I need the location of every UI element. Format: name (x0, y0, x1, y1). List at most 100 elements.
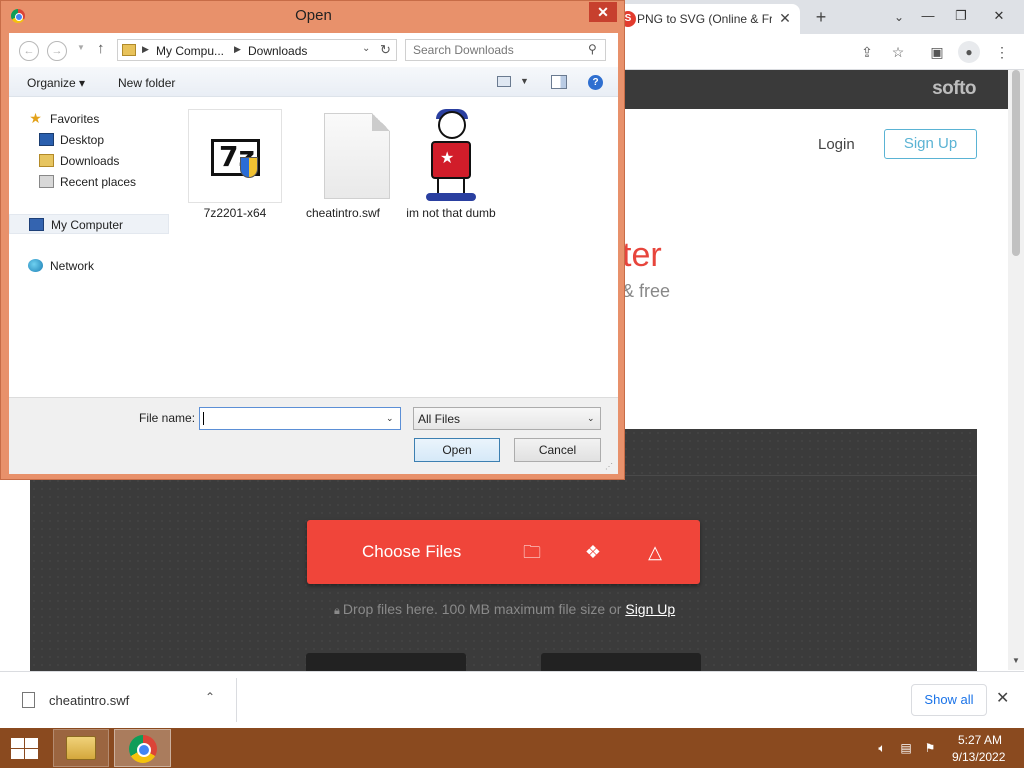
nav-item-downloads[interactable]: Downloads (9, 151, 169, 171)
lock-icon: 🔒︎ (334, 605, 343, 617)
nav-item-recent-places[interactable]: Recent places (9, 172, 169, 192)
change-view-icon[interactable] (497, 76, 511, 87)
dialog-body: ← → ▼ ↑ ▶ My Compu... ▶ Downloads ⌄ ↻ ⚲ … (9, 33, 618, 474)
nav-item-desktop[interactable]: Desktop (9, 130, 169, 150)
breadcrumb-chevron-icon[interactable]: ▶ (234, 44, 241, 55)
choose-files-label: Choose Files (362, 542, 462, 561)
refresh-icon[interactable]: ↻ (380, 42, 391, 58)
back-arrow-icon[interactable]: ← (19, 41, 39, 61)
help-icon[interactable]: ? (588, 75, 603, 90)
search-box[interactable]: ⚲ (405, 39, 606, 61)
download-file-name[interactable]: cheatintro.swf (49, 693, 129, 708)
network-globe-icon (28, 259, 43, 272)
search-icon[interactable]: ⚲ (588, 42, 597, 56)
file-item[interactable]: cheatintro.swf (295, 109, 391, 221)
taskbar-file-explorer[interactable] (53, 729, 109, 767)
file-name-label: File name: (139, 411, 196, 425)
page-heading: ter (622, 236, 662, 274)
file-item[interactable]: ★ im not that dumb (403, 109, 499, 221)
format-select-right[interactable] (541, 653, 701, 671)
drop-hint-text: Drop files here. 100 MB maximum file siz… (342, 601, 622, 617)
network-icon[interactable]: ▤ (898, 741, 914, 755)
chevron-down-icon[interactable]: ⌄ (362, 43, 370, 54)
google-drive-icon[interactable]: △ (642, 540, 668, 564)
taskbar: 🔈︎ ▤ ⚑ 5:27 AM 9/13/2022 (0, 728, 1024, 768)
resize-grip-icon[interactable]: ⋰ (605, 462, 613, 471)
up-arrow-icon[interactable]: ↑ (97, 40, 105, 57)
chevron-down-icon[interactable]: ⌄ (587, 413, 595, 424)
nav-item-network[interactable]: Network (9, 256, 169, 276)
nav-item-label: Downloads (60, 154, 120, 168)
chevron-down-icon[interactable]: ⌄ (386, 413, 394, 424)
image-thumbnail: ★ (404, 109, 498, 203)
downloads-folder-icon (122, 44, 136, 56)
close-window-button[interactable]: ✕ (984, 4, 1014, 28)
login-link[interactable]: Login (818, 136, 855, 153)
action-center-flag-icon[interactable]: ⚑ (922, 741, 938, 755)
search-input[interactable] (406, 40, 586, 60)
downloads-folder-icon (39, 154, 54, 167)
address-bar[interactable]: ▶ My Compu... ▶ Downloads ⌄ ↻ (117, 39, 397, 61)
dialog-close-button[interactable]: ✕ (589, 2, 617, 22)
file-name: 7z2201-x64 (203, 206, 267, 220)
new-folder-button[interactable]: New folder (118, 76, 175, 90)
volume-muted-icon[interactable]: 🔈︎ (874, 741, 890, 755)
scroll-down-icon[interactable]: ▼ (1008, 656, 1024, 670)
open-file-dialog: Open ✕ ← → ▼ ↑ ▶ My Compu... ▶ Downloads… (0, 0, 625, 480)
breadcrumb-downloads[interactable]: Downloads (248, 44, 307, 58)
download-bar: cheatintro.swf ⌃ Show all ✕ (0, 671, 1024, 728)
dialog-footer: File name: ⌄ All Files ⌄ Open Cancel ⋰ (9, 397, 618, 474)
dialog-title: Open (295, 7, 332, 24)
new-tab-button[interactable]: + (810, 6, 832, 28)
show-all-button[interactable]: Show all (911, 684, 987, 716)
nav-item-my-computer[interactable]: My Computer (9, 214, 169, 234)
navigation-row: ← → ▼ ↑ ▶ My Compu... ▶ Downloads ⌄ ↻ ⚲ (9, 33, 618, 67)
clock-date[interactable]: 9/13/2022 (952, 750, 1005, 764)
organize-menu[interactable]: Organize ▾ (27, 76, 85, 90)
tab-search-chevron-icon[interactable]: ⌄ (888, 6, 910, 28)
drop-signup-link[interactable]: Sign Up (625, 601, 675, 617)
open-button[interactable]: Open (414, 438, 500, 462)
view-dropdown-icon[interactable]: ▼ (520, 76, 529, 86)
scroll-thumb[interactable] (1012, 70, 1020, 256)
chevron-up-icon[interactable]: ⌃ (205, 690, 215, 704)
tab-close-icon[interactable]: ✕ (776, 9, 794, 27)
bookmark-star-icon[interactable]: ☆ (888, 42, 908, 62)
choose-files-button[interactable]: Choose Files 🗀 ❖ △ (307, 520, 700, 584)
start-windows-icon[interactable] (8, 736, 38, 760)
side-panel-icon[interactable]: ▣ (927, 42, 947, 62)
nav-item-label: Recent places (60, 175, 137, 189)
chrome-icon (129, 735, 157, 763)
taskbar-chrome[interactable] (114, 729, 171, 767)
forward-arrow-icon[interactable]: → (47, 41, 67, 61)
share-icon[interactable]: ⇪ (857, 42, 877, 62)
text-caret (203, 412, 204, 425)
installer-thumbnail: 7z (188, 109, 282, 203)
preview-pane-icon[interactable] (551, 75, 567, 89)
file-name-combobox[interactable]: ⌄ (199, 407, 401, 430)
minimize-button[interactable]: — (913, 4, 943, 28)
file-name-input[interactable] (200, 408, 382, 429)
breadcrumb-chevron-icon[interactable]: ▶ (142, 44, 149, 55)
folder-search-icon[interactable]: 🗀 (519, 540, 545, 564)
close-icon[interactable]: ✕ (996, 688, 1009, 708)
signup-button[interactable]: Sign Up (884, 129, 977, 159)
profile-avatar-icon[interactable]: ● (958, 41, 980, 63)
page-scrollbar[interactable]: ▲ ▼ (1008, 70, 1024, 670)
softo-logo[interactable]: softo (932, 78, 976, 100)
file-item[interactable]: 7z 7z2201-x64 (187, 109, 283, 221)
document-thumbnail (296, 109, 390, 203)
recent-places-icon (39, 175, 54, 188)
cancel-button[interactable]: Cancel (514, 438, 601, 462)
file-type-select[interactable]: All Files ⌄ (413, 407, 601, 430)
restore-button[interactable]: ❐ (946, 4, 976, 28)
file-explorer-icon (66, 736, 96, 760)
nav-item-favorites[interactable]: ★ Favorites (9, 109, 169, 129)
dropbox-icon[interactable]: ❖ (580, 540, 606, 564)
history-dropdown-icon[interactable]: ▼ (77, 43, 85, 52)
breadcrumb-my-computer[interactable]: My Compu... (156, 44, 224, 58)
clock-time[interactable]: 5:27 AM (958, 733, 1002, 747)
browser-tab-active[interactable]: S PNG to SVG (Online & Fr ✕ (610, 4, 800, 34)
menu-kebab-icon[interactable]: ⋮ (992, 42, 1012, 62)
format-select-left[interactable] (306, 653, 466, 671)
